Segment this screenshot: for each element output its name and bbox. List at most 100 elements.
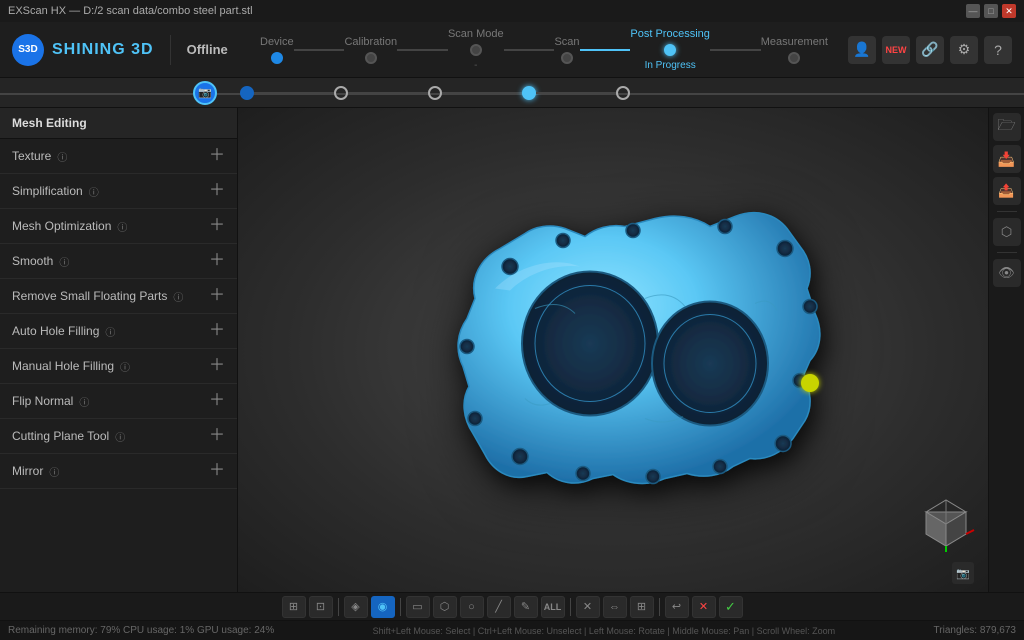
remove-floating-expand-icon[interactable]: ＋	[209, 288, 225, 304]
maximize-button[interactable]: □	[984, 4, 998, 18]
right-panel-divider-2	[997, 252, 1017, 253]
tool-frame[interactable]: ▭	[406, 596, 430, 618]
sidebar-item-flip-normal-label: Flip Normal	[12, 394, 73, 408]
tool-all[interactable]: ALL	[541, 596, 565, 618]
smooth-info-icon: ⓘ	[59, 254, 69, 269]
minimize-button[interactable]: —	[966, 4, 980, 18]
auto-hole-info-icon: ⓘ	[105, 324, 115, 339]
texture-expand-icon[interactable]: ＋	[209, 148, 225, 164]
logo-text: SHINING 3D	[52, 41, 154, 59]
gear-icon: ⚙	[958, 41, 971, 58]
nav-step-measurement-label: Measurement	[761, 36, 828, 48]
smooth-expand-icon[interactable]: ＋	[209, 253, 225, 269]
settings-button[interactable]: ⚙	[950, 36, 978, 64]
sidebar-item-mirror[interactable]: Mirror ⓘ ＋	[0, 454, 237, 489]
cursor-dot	[801, 374, 819, 392]
sidebar-item-simplification[interactable]: Simplification ⓘ ＋	[0, 174, 237, 209]
tool-pen[interactable]: ✎	[514, 596, 538, 618]
title-controls[interactable]: — □ ✕	[966, 4, 1016, 18]
nav-step-device[interactable]: Device	[260, 36, 294, 64]
sidebar-item-simplification-left: Simplification ⓘ	[12, 184, 99, 199]
profile-button[interactable]: 👤	[848, 36, 876, 64]
tool-copy[interactable]: ⊞	[282, 596, 306, 618]
import-button[interactable]: 📥	[993, 145, 1021, 173]
auto-hole-expand-icon[interactable]: ＋	[209, 323, 225, 339]
sidebar-item-smooth-label: Smooth	[12, 254, 53, 268]
share-button[interactable]: 🔗	[916, 36, 944, 64]
viewport-camera-icon[interactable]: 📷	[952, 562, 974, 584]
nav-step-calibration-dot	[365, 52, 377, 64]
help-button[interactable]: ?	[984, 36, 1012, 64]
sidebar-item-cutting-plane[interactable]: Cutting Plane Tool ⓘ ＋	[0, 419, 237, 454]
title-bar: EXScan HX — D:/2 scan data/combo steel p…	[0, 0, 1024, 22]
mirror-info-icon: ⓘ	[49, 464, 59, 479]
logo-area: S3D SHINING 3D Offline	[0, 34, 240, 66]
nav-step-measurement-dot	[788, 52, 800, 64]
sidebar-item-mesh-optimization[interactable]: Mesh Optimization ⓘ ＋	[0, 209, 237, 244]
sidebar-item-flip-normal-left: Flip Normal ⓘ	[12, 394, 89, 409]
mesh-opt-info-icon: ⓘ	[117, 219, 127, 234]
sidebar-item-mesh-opt-label: Mesh Optimization	[12, 219, 111, 233]
tool-grid[interactable]: ⊞	[630, 596, 654, 618]
sidebar-item-remove-floating-left: Remove Small Floating Parts ⓘ	[12, 289, 183, 304]
statusbar-hint: Shift+Left Mouse: Select | Ctrl+Left Mou…	[373, 626, 836, 636]
remove-floating-info-icon: ⓘ	[173, 289, 183, 304]
tool-cut[interactable]: ✕	[576, 596, 600, 618]
tool-cancel[interactable]: ✕	[692, 596, 716, 618]
sidebar-item-manual-hole-label: Manual Hole Filling	[12, 359, 114, 373]
sidebar-item-remove-floating[interactable]: Remove Small Floating Parts ⓘ ＋	[0, 279, 237, 314]
export-button[interactable]: 📤	[993, 177, 1021, 205]
nav-step-scan[interactable]: Scan	[554, 36, 579, 64]
pipe-dot-4	[522, 86, 536, 100]
mirror-expand-icon[interactable]: ＋	[209, 463, 225, 479]
toolbar-sep-2	[400, 598, 401, 616]
nav-step-scan-dot	[561, 52, 573, 64]
simplification-info-icon: ⓘ	[89, 184, 99, 199]
bottom-toolbar: ⊞ ⊡ ◈ ◉ ▭ ⬡ ○ ╱ ✎ ALL ✕ ⇔ ⊞ ↩ ✕ ✓	[0, 592, 1024, 620]
manual-hole-expand-icon[interactable]: ＋	[209, 358, 225, 374]
manual-hole-info-icon: ⓘ	[120, 359, 130, 374]
flip-normal-expand-icon[interactable]: ＋	[209, 393, 225, 409]
sidebar-item-auto-hole[interactable]: Auto Hole Filling ⓘ ＋	[0, 314, 237, 349]
toolbar-sep-1	[338, 598, 339, 616]
mesh-view-button[interactable]: ⬡	[993, 218, 1021, 246]
nav-step-postprocessing[interactable]: Post Processing In Progress	[630, 28, 709, 71]
title-bar-left: EXScan HX — D:/2 scan data/combo steel p…	[8, 5, 253, 17]
new-badge-button[interactable]: NEW	[882, 36, 910, 64]
texture-info-icon: ⓘ	[57, 149, 67, 164]
part-svg	[415, 159, 855, 539]
sidebar-item-flip-normal[interactable]: Flip Normal ⓘ ＋	[0, 384, 237, 419]
tool-paste[interactable]: ⊡	[309, 596, 333, 618]
nav-steps: Device Calibration Scan Mode - Scan Post…	[240, 28, 848, 71]
sidebar-item-smooth[interactable]: Smooth ⓘ ＋	[0, 244, 237, 279]
close-button[interactable]: ✕	[1002, 4, 1016, 18]
tool-undo[interactable]: ↩	[665, 596, 689, 618]
mesh-opt-expand-icon[interactable]: ＋	[209, 218, 225, 234]
sidebar-item-simplification-label: Simplification	[12, 184, 83, 198]
sidebar-item-texture[interactable]: Texture ⓘ ＋	[0, 139, 237, 174]
nav-step-calibration[interactable]: Calibration	[344, 36, 397, 64]
tool-mirror[interactable]: ⇔	[603, 596, 627, 618]
simplification-expand-icon[interactable]: ＋	[209, 183, 225, 199]
nav-cube[interactable]	[916, 492, 976, 552]
nav-step-measurement[interactable]: Measurement	[761, 36, 828, 64]
main-content: Mesh Editing Texture ⓘ ＋ Simplification …	[0, 108, 1024, 592]
camera-icon-area: 📷	[193, 81, 217, 105]
tool-lasso[interactable]: ○	[460, 596, 484, 618]
tool-view-active[interactable]: ◉	[371, 596, 395, 618]
tool-line[interactable]: ╱	[487, 596, 511, 618]
pipeline: 📷	[0, 78, 1024, 108]
nav-step-calibration-label: Calibration	[344, 36, 397, 48]
tool-hex[interactable]: ⬡	[433, 596, 457, 618]
nav-step-scanmode-label: Scan Mode	[448, 28, 504, 40]
sidebar-item-manual-hole[interactable]: Manual Hole Filling ⓘ ＋	[0, 349, 237, 384]
nav-step-scanmode[interactable]: Scan Mode -	[448, 28, 504, 71]
tool-confirm[interactable]: ✓	[719, 596, 743, 618]
open-file-button[interactable]: 🗁	[993, 113, 1021, 141]
cutting-plane-expand-icon[interactable]: ＋	[209, 428, 225, 444]
app-title: EXScan HX — D:/2 scan data/combo steel p…	[8, 5, 253, 17]
right-panel: 🗁 📥 📤 ⬡ 👁	[988, 108, 1024, 592]
tool-layers[interactable]: ◈	[344, 596, 368, 618]
viewport[interactable]: 📷	[238, 108, 988, 592]
eye-view-button[interactable]: 👁	[993, 259, 1021, 287]
